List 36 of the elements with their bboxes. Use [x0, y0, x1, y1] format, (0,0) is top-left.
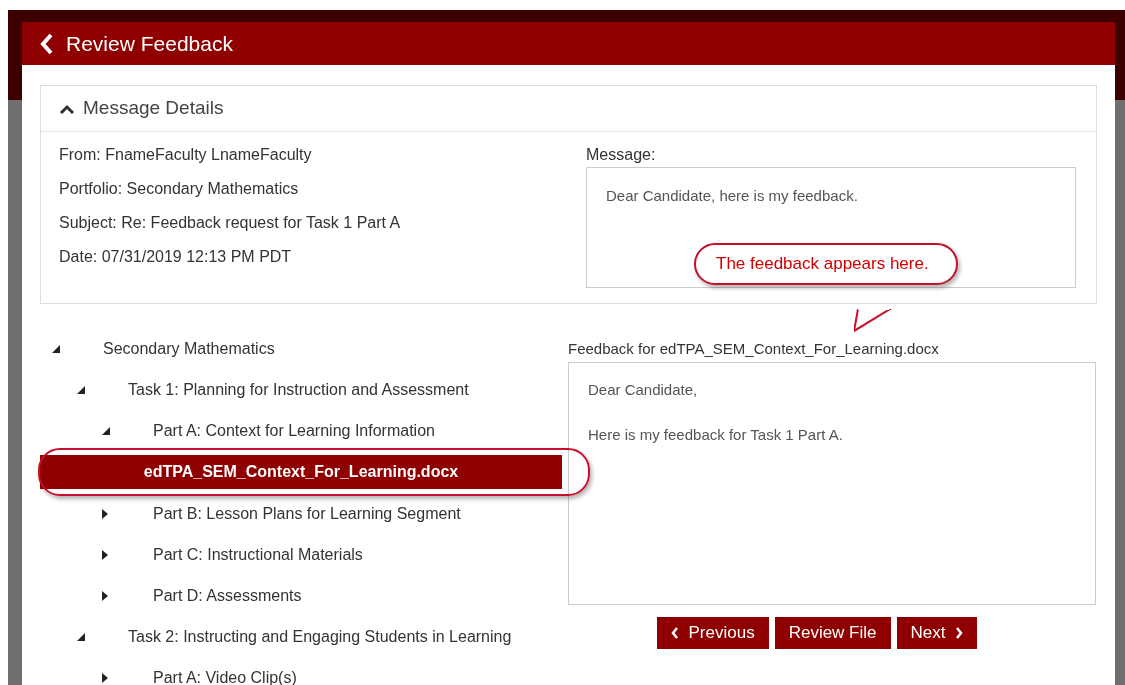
chevron-right-icon	[955, 627, 964, 639]
tree-item[interactable]: Task 2: Instructing and Engaging Students in Learning	[128, 624, 512, 649]
feedback-paragraph: Here is my feedback for Task 1 Part A.	[588, 424, 844, 445]
modal-title: Review Feedback	[66, 30, 233, 57]
panel-title[interactable]: Message Details	[83, 94, 224, 123]
tree-item[interactable]: Secondary Mathematics	[103, 336, 275, 361]
expanded-triangle-icon[interactable]	[102, 426, 110, 435]
collapsed-triangle-icon[interactable]	[102, 672, 108, 683]
tree-item[interactable]: Part B: Lesson Plans for Learning Segment	[153, 501, 461, 526]
message-detail-text: Portfolio: Secondary Mathematics	[59, 179, 300, 199]
feedback-paragraph: Dear Candidate,	[588, 380, 699, 400]
next-button[interactable]: Next	[896, 617, 978, 649]
tree-item[interactable]: Part C: Instructional Materials	[153, 542, 363, 567]
collapsed-triangle-icon[interactable]	[102, 590, 108, 601]
chevron-up-icon[interactable]	[59, 103, 75, 114]
expanded-triangle-icon[interactable]	[77, 385, 85, 394]
file-tree-item[interactable]: edTPA_SEM_Context_For_Learning.docx	[40, 455, 562, 489]
review-file-button[interactable]: Review File	[774, 617, 891, 649]
previous-button[interactable]: Previous	[656, 617, 769, 649]
feedback-label: Feedback for edTPA_SEM_Context_For_Learning.docx	[568, 339, 940, 359]
message-detail-text: From: FnameFaculty LnameFaculty	[59, 145, 313, 165]
tree-item[interactable]: Part A: Video Clip(s)	[153, 665, 297, 685]
expanded-triangle-icon[interactable]	[77, 632, 85, 641]
chevron-left-icon	[670, 627, 679, 639]
tree-item[interactable]: Part A: Context for Learning Information	[153, 418, 435, 443]
collapsed-triangle-icon[interactable]	[102, 549, 108, 560]
expanded-triangle-icon[interactable]	[52, 344, 60, 353]
message-label: Message:	[586, 145, 657, 165]
tree-item[interactable]: Task 1: Planning for Instruction and Assessment	[128, 377, 469, 402]
message-detail-text: Date: 07/31/2019 12:13 PM PDT	[59, 247, 293, 267]
callout-bubble: The feedback appears here.	[694, 243, 958, 285]
message-detail-text: Subject: Re: Feedback request for Task 1 Part A	[59, 213, 402, 233]
back-chevron-icon[interactable]	[40, 32, 54, 55]
collapsed-triangle-icon[interactable]	[102, 508, 108, 519]
tree-item[interactable]: Part D: Assessments	[153, 583, 302, 608]
callout-tail	[854, 309, 894, 333]
